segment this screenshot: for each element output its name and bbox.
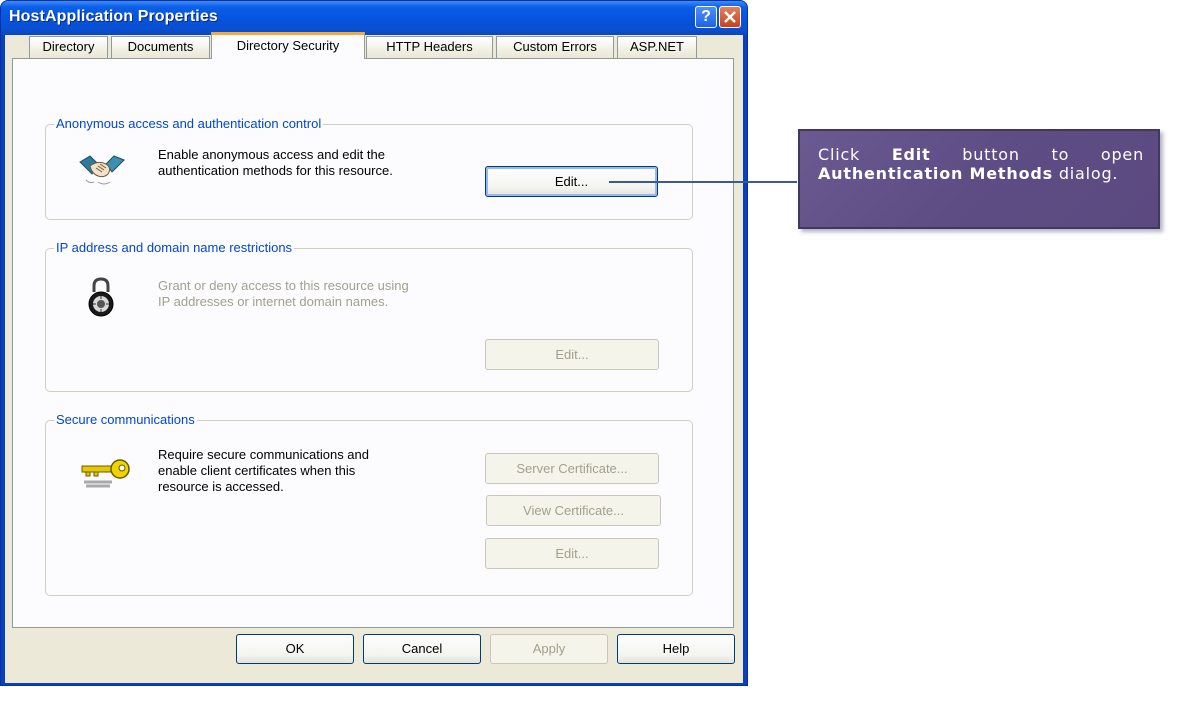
- window-title: HostApplication Properties: [9, 8, 218, 25]
- cancel-button[interactable]: Cancel: [363, 634, 481, 664]
- key-icon: [81, 459, 130, 488]
- close-button[interactable]: [719, 6, 741, 28]
- secure-edit-button[interactable]: Edit...: [485, 538, 659, 569]
- tab-asp-net[interactable]: ASP.NET: [617, 36, 697, 58]
- padlock-icon: [88, 277, 114, 317]
- anonymous-desc-line2: authentication methods for this resource…: [158, 163, 393, 178]
- close-icon: [724, 11, 736, 23]
- ip-restrictions-description: Grant or deny access to this resource us…: [158, 278, 409, 310]
- callout-text-part3: dialog.: [1058, 164, 1119, 183]
- anonymous-access-group-title: Anonymous access and authentication cont…: [54, 116, 324, 131]
- callout-text-part2: button to open: [962, 145, 1145, 164]
- help-button[interactable]: Help: [617, 634, 735, 664]
- anonymous-desc-line1: Enable anonymous access and edit the: [158, 147, 385, 162]
- callout-text: Click Edit button to open Authentication…: [818, 145, 1144, 183]
- help-title-button[interactable]: ?: [695, 6, 717, 28]
- ip-desc-line2: IP addresses or internet domain names.: [158, 294, 389, 309]
- ip-restrictions-group: IP address and domain name restrictions: [45, 240, 693, 392]
- secure-desc-line1: Require secure communications and: [158, 447, 369, 462]
- secure-communications-description: Require secure communications and enable…: [158, 447, 369, 495]
- anonymous-access-description: Enable anonymous access and edit the aut…: [158, 147, 393, 179]
- tab-documents[interactable]: Documents: [111, 36, 210, 58]
- ok-button[interactable]: OK: [236, 634, 354, 664]
- instruction-callout: Click Edit button to open Authentication…: [798, 129, 1160, 229]
- callout-text-part1: Click: [818, 145, 861, 164]
- secure-desc-line3: resource is accessed.: [158, 479, 284, 494]
- server-certificate-button[interactable]: Server Certificate...: [485, 453, 659, 484]
- tab-directory-security[interactable]: Directory Security: [211, 32, 365, 59]
- secure-desc-line2: enable client certificates when this: [158, 463, 356, 478]
- tab-directory[interactable]: Directory: [29, 36, 108, 58]
- secure-communications-group-title: Secure communications: [54, 412, 197, 427]
- tab-custom-errors[interactable]: Custom Errors: [496, 36, 614, 58]
- view-certificate-button[interactable]: View Certificate...: [486, 495, 661, 526]
- ip-restrictions-group-title: IP address and domain name restrictions: [54, 240, 295, 255]
- callout-connector-line: [609, 181, 797, 183]
- callout-edit-emphasis: Edit: [891, 145, 931, 164]
- tab-http-headers[interactable]: HTTP Headers: [366, 36, 493, 58]
- callout-authentication-methods-emphasis: Authentication Methods: [818, 164, 1053, 183]
- apply-button[interactable]: Apply: [490, 634, 608, 664]
- ip-edit-button[interactable]: Edit...: [485, 339, 659, 370]
- handshake-icon: [79, 155, 125, 185]
- ip-desc-line1: Grant or deny access to this resource us…: [158, 278, 409, 293]
- title-bar[interactable]: HostApplication Properties ?: [1, 1, 747, 35]
